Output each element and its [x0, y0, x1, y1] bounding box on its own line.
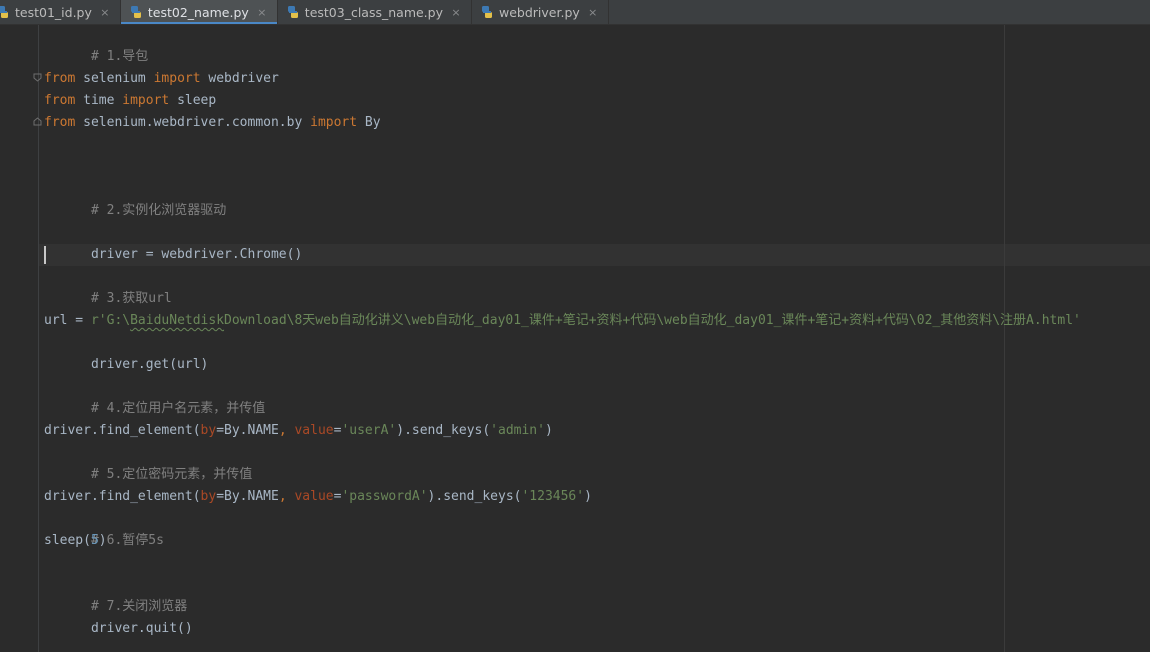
python-file-icon — [0, 6, 8, 18]
identifier: sleep( — [44, 533, 91, 548]
close-icon[interactable]: × — [587, 6, 599, 19]
right-margin-guide — [1004, 25, 1005, 652]
code-line: # 1.导包 — [44, 24, 148, 64]
keyword: import — [153, 71, 201, 86]
code-line: # 5.定位密码元素，并传值 — [44, 442, 252, 482]
code-line: url = r'G:\BaiduNetdiskDownload\8天web自动化… — [44, 310, 1081, 332]
code-editor[interactable]: # 1.导包 from selenium import webdriver fr… — [0, 25, 1150, 652]
python-file-icon — [482, 6, 492, 18]
close-icon[interactable]: × — [450, 6, 462, 19]
code-line: # 6.暂停5s — [44, 508, 164, 548]
keyword: import — [310, 115, 358, 130]
string-literal: 'admin' — [490, 423, 545, 438]
keyword: from — [44, 115, 76, 130]
identifier: ) — [98, 533, 107, 548]
code-line: from time import sleep — [44, 90, 216, 112]
identifier: =By.NAME — [216, 489, 279, 504]
code-line: driver.find_element(by=By.NAME, value='p… — [44, 486, 592, 508]
identifier: ) — [544, 423, 553, 438]
statement: driver.get(url) — [90, 357, 209, 372]
tab-test03-class-name[interactable]: test03_class_name.py × — [278, 0, 472, 24]
code-line: driver.get(url) — [44, 332, 208, 372]
code-line: from selenium import webdriver — [44, 68, 279, 90]
identifier: selenium.webdriver.common.by — [75, 115, 311, 130]
tab-label: test03_class_name.py — [304, 4, 443, 20]
python-file-icon — [287, 6, 298, 18]
close-icon[interactable]: × — [256, 6, 268, 19]
python-file-icon — [130, 6, 141, 18]
separator: , — [278, 423, 295, 438]
number-literal: 5 — [90, 533, 99, 548]
identifier: driver.find_element( — [44, 489, 201, 504]
identifier: =By.NAME — [216, 423, 279, 438]
identifier: time — [75, 93, 123, 108]
editor-tab-bar: test01_id.py × test02_name.py × test03_c… — [0, 0, 1150, 25]
identifier: ).send_keys( — [427, 489, 522, 504]
keyword: import — [122, 93, 170, 108]
string-literal: 'userA' — [341, 423, 397, 438]
comment: # 2.实例化浏览器驱动 — [90, 203, 227, 218]
identifier: selenium — [75, 71, 154, 86]
tab-label: test01_id.py — [15, 4, 92, 20]
comment: # 5.定位密码元素，并传值 — [90, 467, 253, 482]
identifier: sleep — [169, 93, 217, 108]
code-line: # 3.获取url — [44, 266, 172, 306]
statement: driver = webdriver.Chrome() — [90, 247, 303, 262]
code-line: driver = webdriver.Chrome() — [44, 222, 302, 262]
fold-marker-icon[interactable] — [33, 117, 42, 126]
keyword: from — [44, 71, 76, 86]
string-literal: 'passwordA' — [341, 489, 428, 504]
string-literal: '123456' — [521, 489, 585, 504]
identifier: webdriver — [200, 71, 279, 86]
code-line: driver.quit() — [44, 596, 193, 636]
keyword-argument: by — [200, 489, 217, 504]
tab-label: webdriver.py — [499, 4, 580, 20]
keyword-argument: value — [294, 423, 334, 438]
string-literal: r'G:\ — [90, 313, 131, 328]
comment: # 1.导包 — [90, 49, 149, 64]
code-line: driver.find_element(by=By.NAME, value='u… — [44, 420, 553, 442]
identifier: url = — [44, 313, 91, 328]
ide-window: test01_id.py × test02_name.py × test03_c… — [0, 0, 1150, 652]
text-caret — [44, 246, 46, 264]
comment: # 3.获取url — [90, 291, 172, 306]
identifier: driver.find_element( — [44, 423, 201, 438]
code-line: from selenium.webdriver.common.by import… — [44, 112, 381, 134]
close-icon[interactable]: × — [99, 6, 111, 19]
tab-test01-id[interactable]: test01_id.py × — [0, 0, 121, 24]
identifier: ).send_keys( — [396, 423, 491, 438]
identifier: ) — [584, 489, 592, 504]
identifier: By — [357, 115, 381, 130]
fold-marker-icon[interactable] — [33, 73, 42, 82]
code-line: sleep(5) — [44, 530, 107, 552]
tab-test02-name[interactable]: test02_name.py × — [120, 0, 278, 24]
tab-label: test02_name.py — [147, 4, 249, 20]
code-line: # 4.定位用户名元素，并传值 — [44, 376, 265, 416]
code-line: # 7.关闭浏览器 — [44, 574, 187, 614]
tab-webdriver[interactable]: webdriver.py × — [472, 0, 609, 24]
statement: driver.quit() — [90, 621, 193, 636]
separator: , — [278, 489, 295, 504]
string-literal-typo: BaiduNetdisk — [130, 313, 225, 328]
keyword-argument: by — [200, 423, 217, 438]
string-literal: Download\8天web自动化讲义\web自动化_day01_课件+笔记+资… — [224, 313, 1081, 328]
keyword: from — [44, 93, 76, 108]
code-line: # 2.实例化浏览器驱动 — [44, 178, 226, 218]
keyword-argument: value — [294, 489, 334, 504]
comment: # 4.定位用户名元素，并传值 — [90, 401, 266, 416]
